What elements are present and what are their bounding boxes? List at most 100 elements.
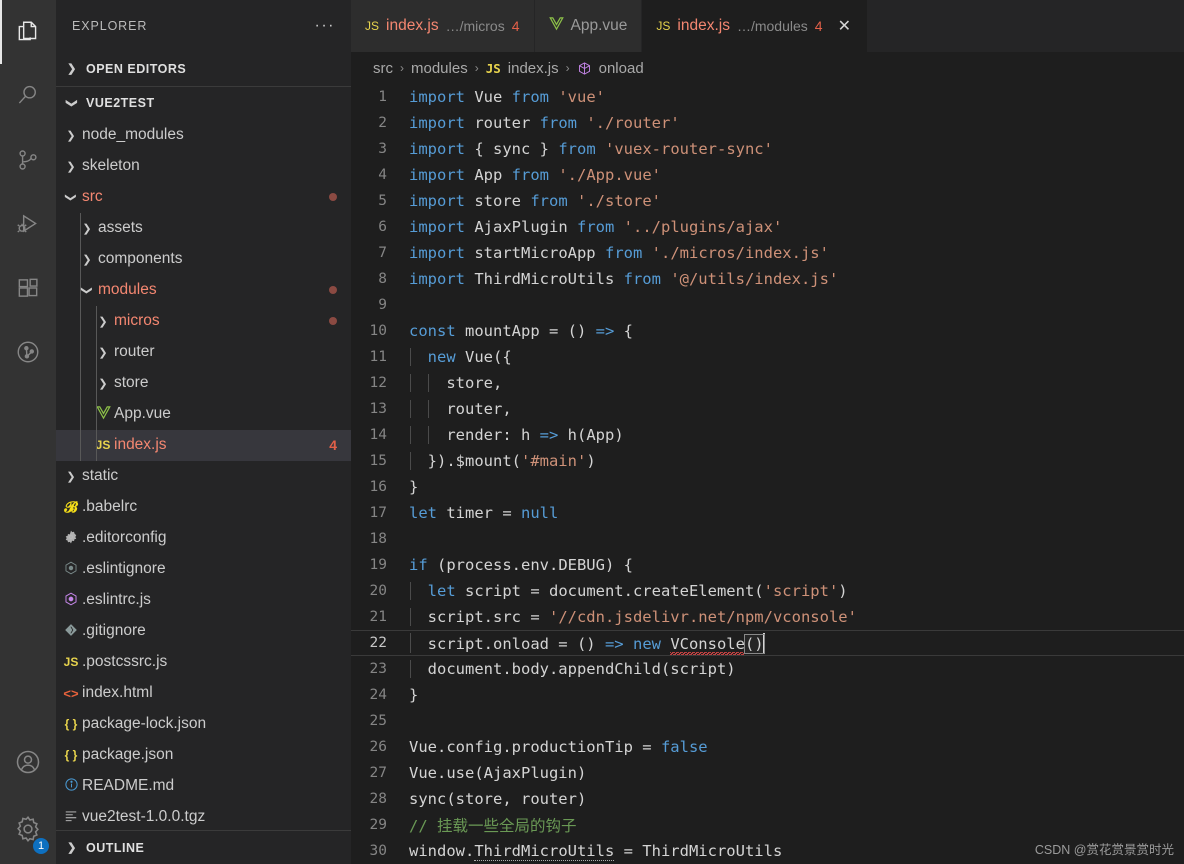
tree-file-index-js[interactable]: JSindex.js4 <box>56 430 351 461</box>
code-line[interactable]: 4import App from './App.vue' <box>351 162 1184 188</box>
breadcrumb-item[interactable]: src <box>373 60 393 77</box>
tree-folder-modules[interactable]: ❯modules <box>56 275 351 306</box>
code-line[interactable]: 5import store from './store' <box>351 188 1184 214</box>
code-line[interactable]: 14 render: h => h(App) <box>351 422 1184 448</box>
activity-manage[interactable]: 1 <box>0 794 56 864</box>
code-line[interactable]: 1import Vue from 'vue' <box>351 84 1184 110</box>
tree-folder-store[interactable]: ❯store <box>56 368 351 399</box>
tree-file--eslintignore[interactable]: .eslintignore <box>56 554 351 585</box>
activity-source-control[interactable] <box>0 128 56 192</box>
activity-timeline[interactable] <box>0 320 56 384</box>
activity-search[interactable] <box>0 64 56 128</box>
code-line[interactable]: 8import ThirdMicroUtils from '@/utils/in… <box>351 266 1184 292</box>
chevron-right-icon[interactable]: ❯ <box>60 129 82 142</box>
code-line[interactable]: 29// 挂载一些全局的钩子 <box>351 812 1184 838</box>
code-line[interactable]: 3import { sync } from 'vuex-router-sync' <box>351 136 1184 162</box>
tree-item-label: vue2test-1.0.0.tgz <box>82 808 337 826</box>
tree-file--eslintrc-js[interactable]: .eslintrc.js <box>56 585 351 616</box>
code-line[interactable]: 17let timer = null <box>351 500 1184 526</box>
section-workspace[interactable]: ❯ VUE2TEST <box>56 86 351 120</box>
tree-folder-node_modules[interactable]: ❯node_modules <box>56 120 351 151</box>
section-open-editors[interactable]: ❯ OPEN EDITORS <box>56 52 351 86</box>
code-line[interactable]: 22 script.onload = () => new VConsole() <box>351 630 1184 656</box>
tree-folder-src[interactable]: ❯src <box>56 182 351 213</box>
chevron-right-icon[interactable]: ❯ <box>60 470 82 483</box>
sidebar-more-actions-icon[interactable]: ··· <box>315 17 343 35</box>
tree-file-vue2test-1-0-0-tgz[interactable]: vue2test-1.0.0.tgz <box>56 802 351 831</box>
section-outline[interactable]: ❯ OUTLINE <box>56 830 351 864</box>
tree-file--gitignore[interactable]: .gitignore <box>56 616 351 647</box>
tab-index-js-modules[interactable]: JSindex.js…/modules4✕ <box>642 0 868 52</box>
chevron-right-icon[interactable]: ❯ <box>60 160 82 173</box>
code-line[interactable]: 25 <box>351 708 1184 734</box>
code-token: from <box>605 244 652 262</box>
code-token: from <box>624 270 671 288</box>
chevron-down-icon[interactable]: ❯ <box>65 186 78 208</box>
tree-file-package-json[interactable]: { }package.json <box>56 740 351 771</box>
tree-file--postcssrc-js[interactable]: JS.postcssrc.js <box>56 647 351 678</box>
tree-folder-components[interactable]: ❯components <box>56 244 351 275</box>
code-line[interactable]: 7import startMicroApp from './micros/ind… <box>351 240 1184 266</box>
tree-file-readme-md[interactable]: README.md <box>56 771 351 802</box>
code-line[interactable]: 26Vue.config.productionTip = false <box>351 734 1184 760</box>
close-icon[interactable]: ✕ <box>836 16 853 36</box>
code-line[interactable]: 24} <box>351 682 1184 708</box>
tree-folder-assets[interactable]: ❯assets <box>56 213 351 244</box>
line-number: 11 <box>351 349 409 365</box>
code-line[interactable]: 21 script.src = '//cdn.jsdelivr.net/npm/… <box>351 604 1184 630</box>
code-line[interactable]: 18 <box>351 526 1184 552</box>
tree-file--babelrc[interactable]: 𝓑.babelrc <box>56 492 351 523</box>
tab-index-js-micros[interactable]: JSindex.js…/micros4 <box>351 0 535 52</box>
chevron-down-icon[interactable]: ❯ <box>81 279 94 301</box>
code-line[interactable]: 15 }).$mount('#main') <box>351 448 1184 474</box>
tree-folder-static[interactable]: ❯static <box>56 461 351 492</box>
activity-run-debug[interactable] <box>0 192 56 256</box>
code-line[interactable]: 30window.ThirdMicroUtils = ThirdMicroUti… <box>351 838 1184 864</box>
code-line[interactable]: 9 <box>351 292 1184 318</box>
code-line[interactable]: 20 let script = document.createElement('… <box>351 578 1184 604</box>
code-editor[interactable]: 1import Vue from 'vue'2import router fro… <box>351 84 1184 864</box>
tree-item-label: .editorconfig <box>82 529 337 547</box>
tree-file-index-html[interactable]: <>index.html <box>56 678 351 709</box>
activity-extensions[interactable] <box>0 256 56 320</box>
code-token: startMicroApp <box>474 244 605 262</box>
activity-explorer[interactable] <box>0 0 56 64</box>
tree-file-app-vue[interactable]: App.vue <box>56 399 351 430</box>
code-line[interactable]: 19if (process.env.DEBUG) { <box>351 552 1184 578</box>
breadcrumb-item[interactable]: index.js <box>508 60 559 77</box>
code-line[interactable]: 16} <box>351 474 1184 500</box>
tree-file-package-lock-json[interactable]: { }package-lock.json <box>56 709 351 740</box>
code-line[interactable]: 10const mountApp = () => { <box>351 318 1184 344</box>
symbol-object-icon <box>577 60 592 77</box>
indent-guide <box>410 608 411 626</box>
tree-item-label: .gitignore <box>82 622 337 640</box>
code-token: store <box>474 192 530 210</box>
code-token: ThirdMicroUtils <box>474 270 623 288</box>
tree-folder-micros[interactable]: ❯micros <box>56 306 351 337</box>
code-line[interactable]: 11 new Vue({ <box>351 344 1184 370</box>
tree-folder-router[interactable]: ❯router <box>56 337 351 368</box>
code-token <box>409 348 428 366</box>
code-line[interactable]: 13 router, <box>351 396 1184 422</box>
chevron-down-icon: ❯ <box>66 95 79 111</box>
breadcrumb-item[interactable]: modules <box>411 60 468 77</box>
code-line[interactable]: 6import AjaxPlugin from '../plugins/ajax… <box>351 214 1184 240</box>
line-number: 12 <box>351 375 409 391</box>
tree-item-error-dot <box>329 193 337 201</box>
line-number: 18 <box>351 531 409 547</box>
tree-folder-skeleton[interactable]: ❯skeleton <box>56 151 351 182</box>
code-token: './App.vue' <box>558 166 661 184</box>
code-token: false <box>661 738 708 756</box>
code-line[interactable]: 12 store, <box>351 370 1184 396</box>
code-line[interactable]: 28sync(store, router) <box>351 786 1184 812</box>
tree-file--editorconfig[interactable]: .editorconfig <box>56 523 351 554</box>
indent-guide <box>96 337 97 368</box>
code-line[interactable]: 23 document.body.appendChild(script) <box>351 656 1184 682</box>
activity-accounts[interactable] <box>0 730 56 794</box>
code-line[interactable]: 2import router from './router' <box>351 110 1184 136</box>
tree-item-label: .babelrc <box>82 498 337 516</box>
tab-app-vue[interactable]: App.vue <box>535 0 643 52</box>
code-text: let timer = null <box>409 504 1184 522</box>
code-line[interactable]: 27Vue.use(AjaxPlugin) <box>351 760 1184 786</box>
breadcrumb-item[interactable]: onload <box>599 60 644 77</box>
